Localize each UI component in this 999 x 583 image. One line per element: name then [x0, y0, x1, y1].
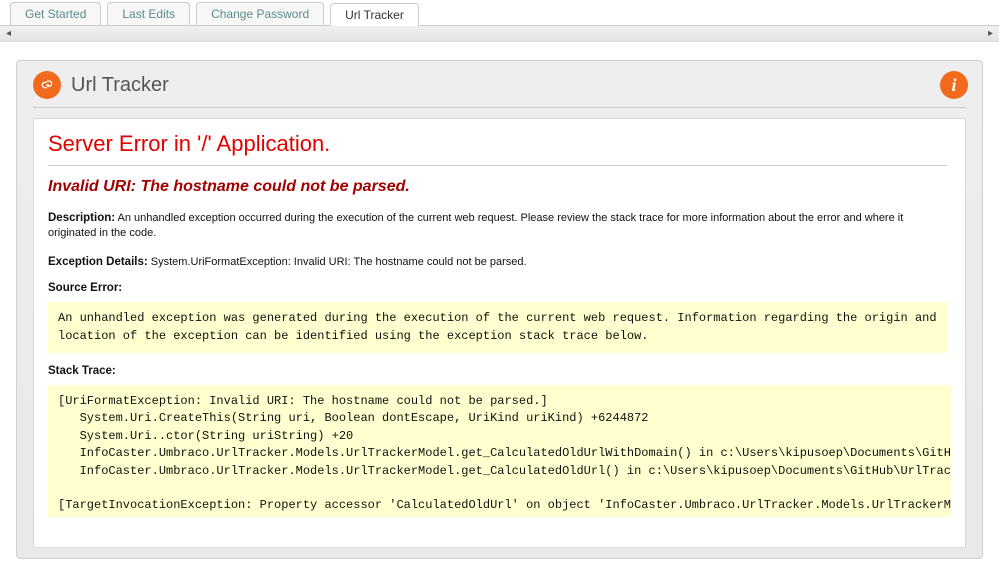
stack-trace-box[interactable]: [UriFormatException: Invalid URI: The ho… — [48, 385, 951, 517]
tab-bar: Get Started Last Edits Change Password U… — [0, 0, 999, 26]
info-icon[interactable]: i — [940, 71, 968, 99]
source-error-box: An unhandled exception was generated dur… — [48, 302, 947, 353]
description-label: Description: — [48, 212, 115, 224]
tab-change-password[interactable]: Change Password — [196, 2, 324, 25]
exception-line: Exception Details: System.UriFormatExcep… — [48, 254, 947, 270]
url-tracker-panel: Url Tracker i Server Error in '/' Applic… — [16, 60, 983, 559]
stack-trace-label: Stack Trace: — [48, 365, 947, 377]
error-subtitle: Invalid URI: The hostname could not be p… — [48, 178, 947, 196]
tab-get-started[interactable]: Get Started — [10, 2, 101, 25]
content-scroll-area[interactable]: Server Error in '/' Application. Invalid… — [48, 131, 951, 517]
scroll-left-arrow-icon[interactable]: ◂ — [2, 27, 15, 40]
panel-header: Url Tracker i — [33, 71, 966, 108]
tab-scroll-strip: ◂ ▸ — [0, 26, 999, 42]
source-error-label: Source Error: — [48, 282, 947, 294]
content-frame: Server Error in '/' Application. Invalid… — [33, 118, 966, 548]
link-icon — [33, 71, 61, 99]
tab-url-tracker[interactable]: Url Tracker — [330, 3, 419, 26]
exception-label: Exception Details: — [48, 256, 148, 268]
description-text: An unhandled exception occurred during t… — [48, 212, 903, 239]
tab-last-edits[interactable]: Last Edits — [107, 2, 190, 25]
exception-text: System.UriFormatException: Invalid URI: … — [151, 256, 527, 268]
panel-wrap: Url Tracker i Server Error in '/' Applic… — [0, 42, 999, 569]
description-line: Description: An unhandled exception occu… — [48, 210, 947, 242]
server-error-title: Server Error in '/' Application. — [48, 131, 947, 166]
panel-title: Url Tracker — [71, 74, 169, 97]
scroll-right-arrow-icon[interactable]: ▸ — [984, 27, 997, 40]
